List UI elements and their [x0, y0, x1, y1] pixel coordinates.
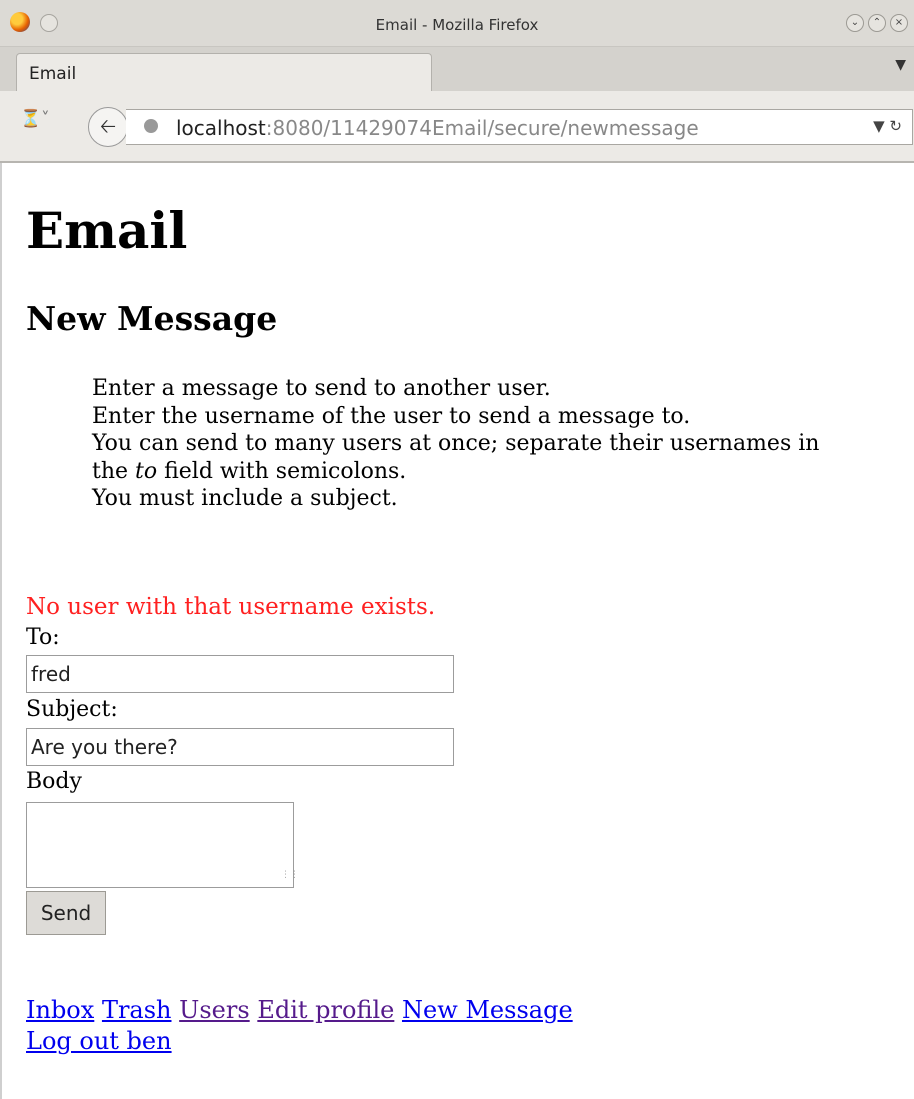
page-title: Email	[26, 201, 188, 260]
url-controls[interactable]: ▼ ↻	[873, 117, 902, 135]
instruction-line: Enter the username of the user to send a…	[92, 403, 691, 429]
subject-label: Subject:	[26, 697, 118, 722]
footer-nav: Inbox Trash Users Edit profile New Messa…	[26, 995, 573, 1057]
globe-icon	[144, 119, 158, 133]
body-textarea[interactable]	[26, 802, 294, 888]
back-button[interactable]: 🡠	[88, 107, 128, 147]
dropdown-icon: ▼	[873, 117, 885, 135]
to-field[interactable]	[26, 655, 454, 693]
instruction-line: You must include a subject.	[92, 486, 398, 511]
page-subtitle: New Message	[26, 299, 278, 338]
navigation-toolbar: ⏳˅ 🡠 localhost:8080/11429074Email/secure…	[0, 91, 914, 163]
edit-profile-link[interactable]: Edit profile	[257, 996, 394, 1024]
page-content: Email New Message Enter a message to sen…	[0, 163, 914, 1099]
resize-grip-icon[interactable]: ⋮⋮	[281, 870, 299, 880]
inbox-link[interactable]: Inbox	[26, 996, 94, 1024]
reload-icon: ↻	[889, 117, 902, 135]
window-title: Email - Mozilla Firefox	[375, 16, 539, 34]
new-message-link[interactable]: New Message	[402, 996, 573, 1024]
instructions: Enter a message to send to another user.…	[92, 375, 832, 513]
tab-label: Email	[29, 64, 77, 84]
minimize-icon[interactable]: ⌄	[846, 14, 864, 32]
logout-link[interactable]: Log out ben	[26, 1027, 172, 1055]
tab-strip: Email ▼	[0, 47, 914, 92]
tab-email[interactable]: Email	[16, 53, 432, 92]
close-icon[interactable]: ×	[890, 14, 908, 32]
maximize-icon[interactable]: ⌃	[868, 14, 886, 32]
subject-field[interactable]	[26, 728, 454, 766]
history-icon[interactable]: ⏳˅	[20, 109, 50, 129]
tab-list-dropdown-icon[interactable]: ▼	[895, 57, 906, 73]
error-message: No user with that username exists.	[26, 594, 436, 620]
send-button[interactable]: Send	[26, 891, 106, 935]
trash-link[interactable]: Trash	[102, 996, 172, 1024]
to-label: To:	[26, 625, 60, 650]
instruction-line: Enter a message to send to another user.	[92, 376, 551, 401]
window-titlebar: Email - Mozilla Firefox ⌄ ⌃ ×	[0, 0, 914, 47]
url-bar[interactable]: localhost:8080/11429074Email/secure/newm…	[126, 109, 913, 145]
url-text[interactable]: localhost:8080/11429074Email/secure/newm…	[176, 116, 699, 140]
users-link[interactable]: Users	[179, 996, 250, 1024]
body-label: Body	[26, 769, 82, 794]
instruction-line: You can send to many users at once; sepa…	[92, 431, 820, 484]
